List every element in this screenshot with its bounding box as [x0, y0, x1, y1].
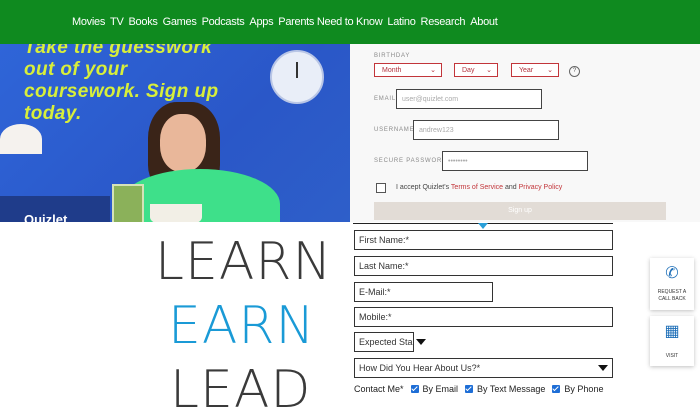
terms-of-service-link[interactable]: Terms of Service	[451, 184, 503, 191]
privacy-policy-link[interactable]: Privacy Policy	[519, 184, 563, 191]
signup-button[interactable]: Sign up	[374, 202, 666, 220]
visit-icon: ▦	[664, 323, 680, 340]
by-text-label: By Text Message	[477, 384, 546, 394]
accept-terms-checkbox[interactable]	[376, 183, 386, 193]
nav-item-tv[interactable]: TV	[110, 16, 124, 28]
nav-item-movies[interactable]: Movies	[72, 16, 105, 28]
chevron-down-icon: ⌄	[430, 67, 436, 74]
quizlet-logo: Quizlet	[24, 212, 68, 222]
nav-list: Movies TV Books Games Podcasts Apps Pare…	[72, 16, 498, 28]
chevron-down-icon[interactable]	[598, 365, 608, 371]
mobile-field[interactable]: Mobile:*	[354, 307, 613, 327]
day-select[interactable]: Day ⌄	[454, 63, 498, 77]
contact-me-label: Contact Me*	[354, 384, 404, 394]
wall-clock-illustration	[270, 50, 324, 104]
by-email-checkbox[interactable]	[410, 385, 419, 393]
hero-image: Take the guesswork out of your coursewor…	[0, 44, 350, 222]
chevron-down-icon: ⌄	[486, 67, 492, 74]
hear-about-us-select[interactable]: How Did You Hear About Us?*	[354, 358, 613, 378]
request-callback-label: REQUEST A CALL BACK	[657, 289, 687, 302]
nav-item-podcasts[interactable]: Podcasts	[202, 16, 245, 28]
nav-item-books[interactable]: Books	[129, 16, 158, 28]
chevron-down-icon[interactable]	[416, 339, 426, 345]
by-phone-checkbox[interactable]	[552, 385, 561, 393]
nav-item-games[interactable]: Games	[163, 16, 197, 28]
terms-text: I accept Quizlet's Terms of Service and …	[396, 184, 563, 191]
by-text-checkbox[interactable]	[465, 385, 474, 393]
first-name-field[interactable]: First Name:*	[354, 230, 613, 250]
slogan-earn: EARN	[168, 296, 316, 356]
expected-start-select[interactable]: Expected Start Y	[354, 332, 414, 352]
chevron-down-icon: ⌄	[547, 67, 553, 74]
slogan-lead: LEAD	[170, 360, 312, 420]
by-phone-label: By Phone	[564, 384, 604, 394]
hero-headline: Take the guesswork out of your coursewor…	[24, 44, 219, 124]
nav-item-about[interactable]: About	[470, 16, 498, 28]
last-name-field[interactable]: Last Name:*	[354, 256, 613, 276]
quizlet-username-input[interactable]: andrew123	[413, 120, 559, 140]
month-select[interactable]: Month ⌄	[374, 63, 442, 77]
drink-glass-illustration	[112, 184, 144, 222]
phone-icon: ✆	[665, 265, 679, 282]
nav-item-latino[interactable]: Latino	[387, 16, 415, 28]
visit-widget[interactable]: ▦ VISIT	[650, 316, 694, 366]
request-callback-widget[interactable]: ✆ REQUEST A CALL BACK	[650, 258, 694, 310]
year-select[interactable]: Year ⌄	[511, 63, 559, 77]
quizlet-password-input[interactable]: ••••••••	[442, 151, 588, 171]
email-label: EMAIL	[374, 96, 397, 102]
birthday-label: BIRTHDAY	[374, 53, 411, 59]
nav-item-research[interactable]: Research	[421, 16, 466, 28]
email-field[interactable]: E-Mail:*	[354, 282, 493, 302]
password-label: SECURE PASSWORD	[374, 158, 448, 164]
top-nav-bar: Movies TV Books Games Podcasts Apps Pare…	[0, 0, 700, 44]
popcorn-bowl-illustration	[150, 204, 202, 222]
slogan-learn: LEARN	[155, 232, 333, 292]
username-label: USERNAME	[374, 127, 415, 133]
lamp-illustration	[0, 124, 42, 154]
nav-item-parents-need-to-know[interactable]: Parents Need to Know	[278, 16, 382, 28]
contact-me-row: Contact Me* By Email By Text Message By …	[354, 384, 603, 394]
visit-label: VISIT	[665, 353, 679, 359]
help-icon[interactable]: ?	[569, 66, 580, 77]
by-email-label: By Email	[422, 384, 459, 394]
quizlet-signup-form: BIRTHDAY Month ⌄ Day ⌄ Year ⌄ ? EMAIL user@…	[350, 44, 700, 222]
quizlet-email-input[interactable]: user@quizlet.com	[396, 89, 542, 109]
caret-down-icon	[478, 223, 488, 229]
nav-item-apps[interactable]: Apps	[249, 16, 273, 28]
